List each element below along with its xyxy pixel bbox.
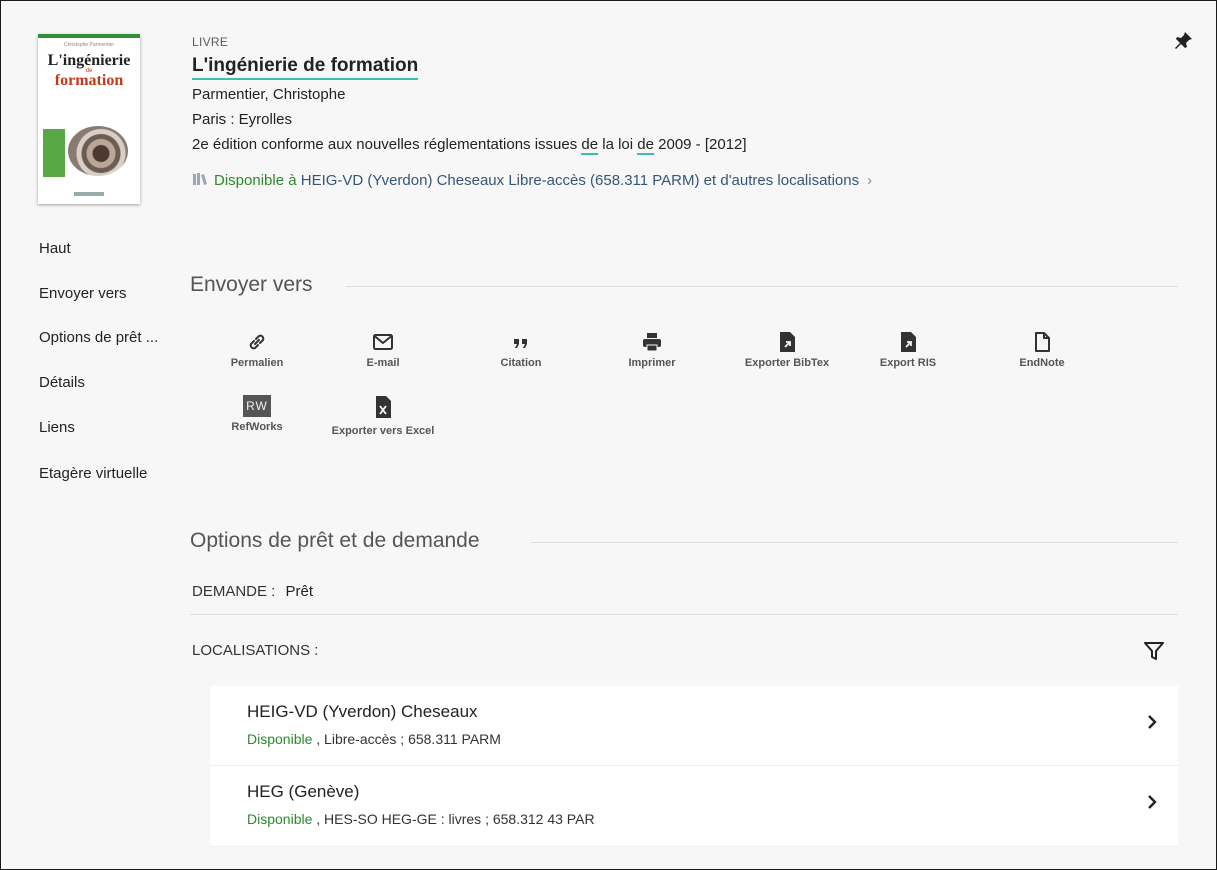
endnote-label: EndNote bbox=[1019, 357, 1065, 369]
nav-item-haut[interactable]: Haut bbox=[39, 240, 71, 257]
location-name: HEG (Genève) bbox=[247, 782, 360, 801]
chevron-right-icon[interactable] bbox=[1146, 794, 1158, 815]
refworks-button[interactable]: RW RefWorks bbox=[212, 395, 302, 433]
refworks-icon: RW bbox=[243, 395, 271, 417]
highlight-de-2: de bbox=[637, 136, 654, 155]
email-button[interactable]: E-mail bbox=[338, 331, 428, 369]
mail-icon bbox=[373, 334, 393, 350]
file-export-icon bbox=[780, 332, 795, 352]
permalink-label: Permalien bbox=[230, 357, 284, 369]
location-status-line: Disponible , HES-SO HEG-GE : livres ; 65… bbox=[247, 811, 595, 827]
availability-location: HEIG-VD (Yverdon) Cheseaux Libre-accès (… bbox=[296, 172, 860, 189]
chevron-right-icon[interactable] bbox=[1146, 714, 1158, 735]
location-detail: , HES-SO HEG-GE : livres ; 658.312 43 PA… bbox=[312, 811, 595, 827]
loan-options-heading: Options de prêt et de demande bbox=[190, 529, 480, 552]
record-page: Christophe Parmentier L'ingénierie de fo… bbox=[0, 0, 1217, 870]
record-type: LIVRE bbox=[192, 35, 229, 49]
section-divider bbox=[346, 286, 1178, 287]
edition-text-3: 2009 - [2012] bbox=[653, 136, 747, 153]
request-row: DEMANDE : Prêt bbox=[192, 583, 313, 600]
endnote-button[interactable]: EndNote bbox=[997, 331, 1087, 369]
export-bibtex-button[interactable]: Exporter BibTex bbox=[742, 331, 832, 369]
section-divider bbox=[531, 542, 1178, 543]
quote-icon bbox=[514, 339, 527, 348]
request-value-link[interactable]: Prêt bbox=[286, 583, 314, 600]
refworks-label: RefWorks bbox=[231, 421, 283, 433]
export-ris-button[interactable]: Export RIS bbox=[863, 331, 953, 369]
location-status: Disponible bbox=[247, 731, 313, 747]
location-status-line: Disponible , Libre-accès ; 658.311 PARM bbox=[247, 731, 501, 747]
book-icon bbox=[193, 173, 207, 185]
citation-label: Citation bbox=[500, 357, 542, 369]
printer-icon bbox=[643, 333, 661, 352]
location-name: HEIG-VD (Yverdon) Cheseaux bbox=[247, 702, 478, 721]
link-icon bbox=[249, 334, 265, 350]
availability-line[interactable]: Disponible à HEIG-VD (Yverdon) Cheseaux … bbox=[192, 172, 872, 189]
pin-icon[interactable] bbox=[1173, 31, 1193, 57]
nav-item-details[interactable]: Détails bbox=[39, 374, 85, 391]
nav-item-options-pret[interactable]: Options de prêt ... bbox=[39, 329, 158, 346]
send-to-heading: Envoyer vers bbox=[190, 273, 313, 296]
record-publisher: Paris : Eyrolles bbox=[192, 111, 293, 128]
filter-icon[interactable] bbox=[1143, 640, 1165, 667]
cover-title-line1: L'ingénierie bbox=[47, 52, 131, 69]
edition-text-2: la loi bbox=[598, 136, 638, 153]
export-ris-label: Export RIS bbox=[879, 357, 937, 369]
nav-item-liens[interactable]: Liens bbox=[39, 419, 75, 436]
record-author[interactable]: Parmentier, Christophe bbox=[192, 86, 345, 103]
chevron-right-icon: › bbox=[867, 172, 873, 189]
file-export-icon bbox=[901, 332, 916, 352]
excel-file-icon bbox=[376, 396, 391, 418]
citation-button[interactable]: Citation bbox=[476, 331, 566, 369]
locations-label: LOCALISATIONS : bbox=[192, 642, 319, 659]
request-label: DEMANDE : bbox=[192, 583, 276, 600]
highlight-de-1: de bbox=[581, 136, 599, 155]
location-status: Disponible bbox=[247, 811, 313, 827]
record-title[interactable]: L'ingénierie de formation bbox=[192, 55, 419, 80]
record-edition: 2e édition conforme aux nouvelles réglem… bbox=[192, 136, 747, 155]
email-label: E-mail bbox=[366, 357, 400, 369]
export-excel-button[interactable]: Exporter vers Excel bbox=[328, 395, 438, 439]
cover-title-line2: formation bbox=[54, 72, 124, 89]
nav-item-envoyer-vers[interactable]: Envoyer vers bbox=[39, 285, 127, 302]
cover-green-box bbox=[43, 129, 65, 177]
print-label: Imprimer bbox=[628, 357, 676, 369]
request-divider bbox=[190, 614, 1178, 615]
export-excel-label: Exporter vers Excel bbox=[331, 425, 435, 437]
cover-author: Christophe Parmentier bbox=[63, 42, 115, 48]
cover-publisher-logo bbox=[74, 192, 104, 196]
cover-spiral-image bbox=[68, 126, 128, 176]
permalink-button[interactable]: Permalien bbox=[212, 331, 302, 369]
nav-item-etagere[interactable]: Etagère virtuelle bbox=[39, 465, 147, 482]
cover-band bbox=[38, 34, 140, 38]
location-detail: , Libre-accès ; 658.311 PARM bbox=[312, 731, 501, 747]
export-bibtex-label: Exporter BibTex bbox=[744, 357, 830, 369]
availability-status: Disponible à bbox=[214, 172, 297, 189]
print-button[interactable]: Imprimer bbox=[607, 331, 697, 369]
book-cover[interactable]: Christophe Parmentier L'ingénierie de fo… bbox=[38, 34, 140, 204]
location-card[interactable]: HEG (Genève) Disponible , HES-SO HEG-GE … bbox=[210, 766, 1178, 847]
edition-text-1: 2e édition conforme aux nouvelles réglem… bbox=[192, 136, 582, 153]
location-card[interactable]: HEIG-VD (Yverdon) Cheseaux Disponible , … bbox=[210, 686, 1178, 766]
document-icon bbox=[1035, 332, 1050, 352]
